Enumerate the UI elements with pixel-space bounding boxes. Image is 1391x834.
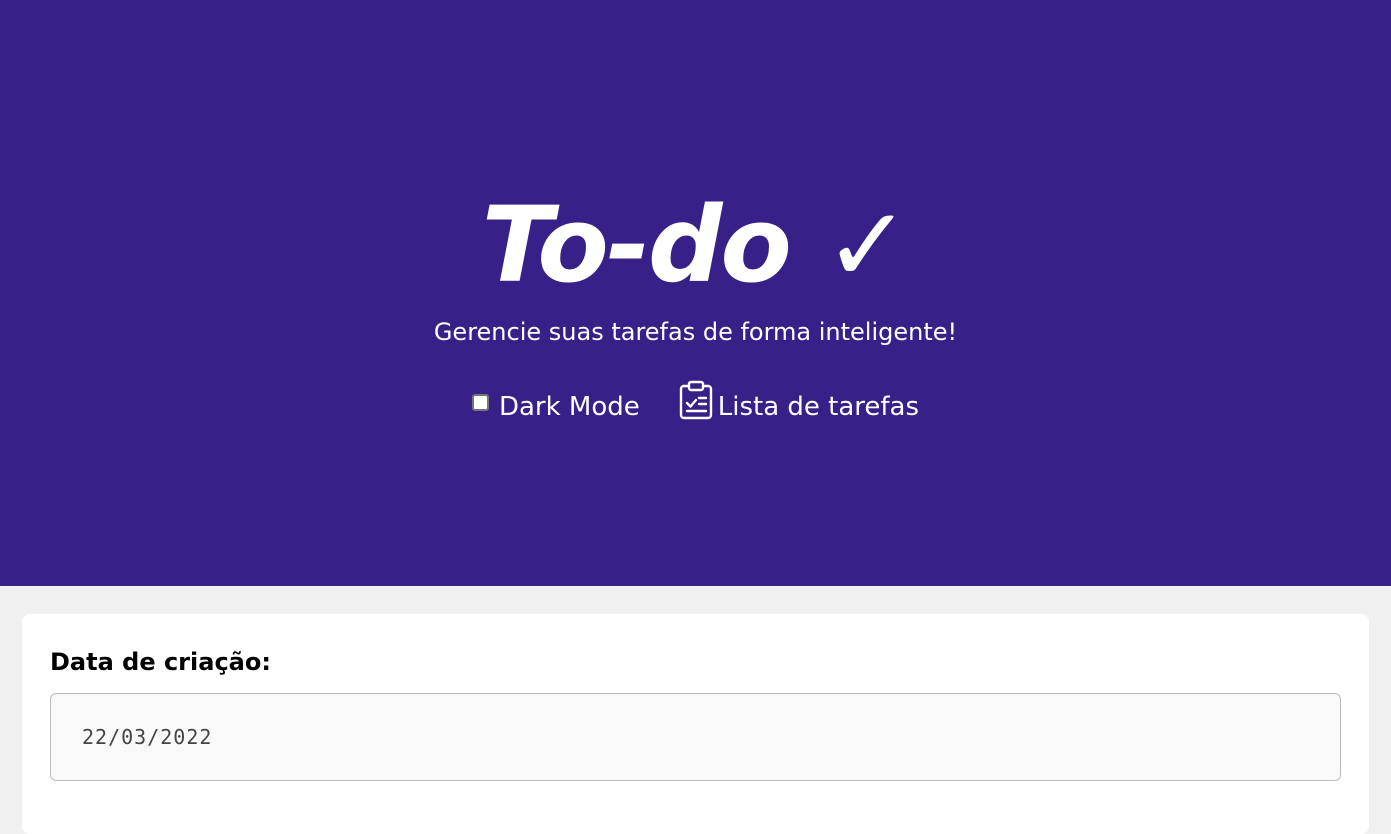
dark-mode-checkbox[interactable] <box>471 394 489 411</box>
dark-mode-label: Dark Mode <box>498 391 640 422</box>
task-list-link[interactable]: Lista de tarefas <box>678 380 919 433</box>
header-controls: Dark Mode Lista de tarefas <box>0 380 1391 433</box>
clipboard-check-icon <box>678 380 718 433</box>
header-banner: To-do ✓ Gerencie suas tarefas de forma i… <box>0 0 1391 586</box>
task-form-card: Data de criação: <box>22 614 1369 834</box>
app-subtitle: Gerencie suas tarefas de forma inteligen… <box>433 318 958 346</box>
creation-date-field[interactable] <box>50 693 1341 781</box>
task-list-label: Lista de tarefas <box>717 391 920 422</box>
creation-date-label: Data de criação: <box>50 648 271 676</box>
dark-mode-toggle[interactable]: Dark Mode <box>471 386 640 428</box>
app-title: To-do ✓ <box>481 184 911 306</box>
